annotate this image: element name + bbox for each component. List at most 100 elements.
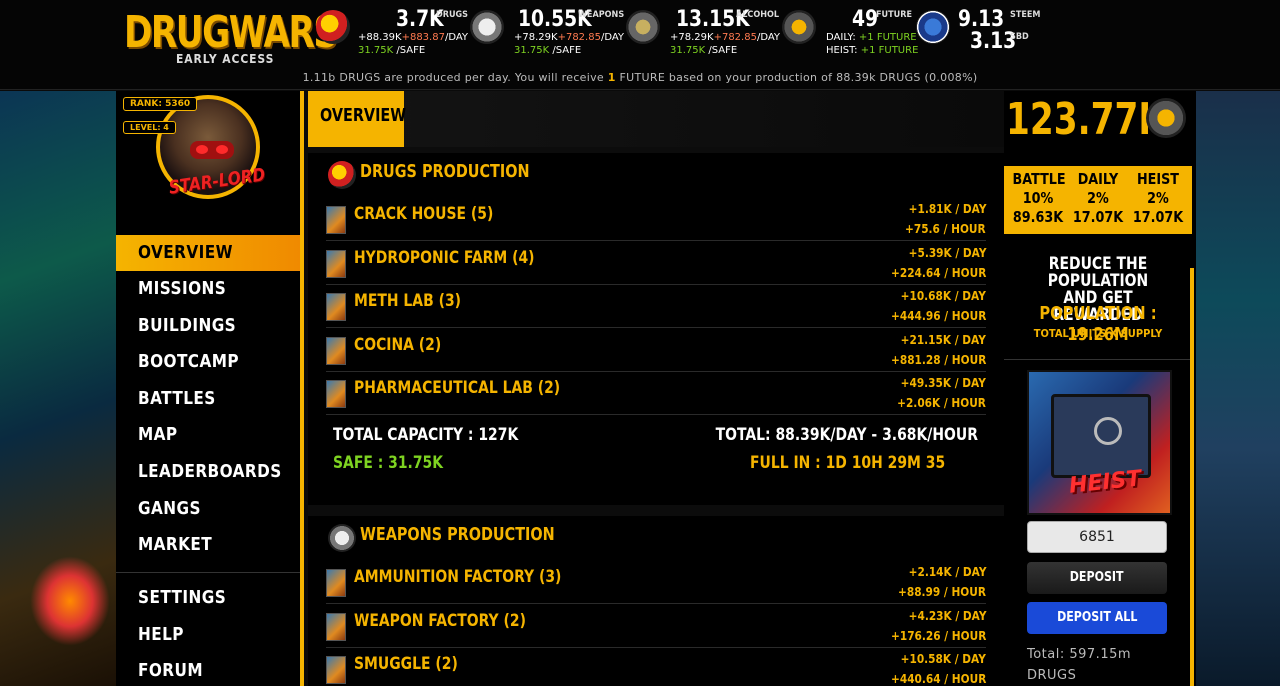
production-per-hour: +224.64 / HOUR [890,266,986,280]
sidebar-item-buildings[interactable]: BUILDINGS [116,308,300,344]
steem-label: STEEM [1010,10,1041,20]
total-capacity: TOTAL CAPACITY : 127K [333,425,519,445]
future-daily: DAILY: +1 FUTURE [826,32,917,43]
total-production: TOTAL: 88.39K/DAY - 3.68K/HOUR [715,425,978,445]
sidebar-item-gangs[interactable]: GANGS [116,491,300,527]
weapons-icon [328,524,356,552]
panel-divider [1004,359,1192,360]
right-panel: 123.77K BATTLE 10% 89.63K DAILY 2% 17.07… [1004,91,1196,686]
building-thumbnail [326,656,346,684]
drugs-icon [328,161,356,189]
production-per-hour: +75.6 / HOUR [905,222,986,236]
top-bar: DRUGWARS EARLY ACCESS 3.7K DRUGS +88.39K… [0,0,1280,90]
production-per-hour: +176.26 / HOUR [890,629,986,643]
production-per-day: +49.35K / DAY [900,376,986,390]
deposit-button[interactable]: DEPOSIT [1027,562,1167,594]
sidebar-item-missions[interactable]: MISSIONS [116,271,300,307]
eye-right-shape [216,145,228,154]
logo-subtitle: EARLY ACCESS [176,52,275,66]
right-panel-scrollbar[interactable] [1190,268,1194,686]
vault-dial-shape [1094,417,1122,445]
future-heist: HEIST: +1 FUTURE [826,45,919,56]
drugs-icon [316,10,350,44]
sidebar-item-overview[interactable]: OVERVIEW [116,235,300,271]
sidebar-item-help[interactable]: HELP [116,617,300,653]
tab-bar: OVERVIEW [308,91,1004,147]
sbd-label: SBD [1010,32,1029,42]
future-resource: 49 FUTURE DAILY: +1 FUTURE HEIST: +1 FUT… [782,6,918,62]
building-row[interactable]: WEAPON FACTORY (2) +4.23K / DAY +176.26 … [326,605,986,648]
weapons-safe: 31.75K /SAFE [514,45,582,56]
logo[interactable]: DRUGWARS EARLY ACCESS [124,8,338,67]
deposit-all-button[interactable]: DEPOSIT ALL [1027,602,1167,634]
building-row[interactable]: AMMUNITION FACTORY (3) +2.14K / DAY +88.… [326,561,986,604]
sidebar-item-settings[interactable]: SETTINGS [116,580,300,616]
sidebar: STAR-LORD RANK: 5360 LEVEL: 4 OVERVIEW M… [116,91,304,686]
alcohol-safe: 31.75K /SAFE [670,45,738,56]
safe-capacity: SAFE : 31.75K [333,453,444,473]
production-info: 1.11b DRUGS are produced per day. You wi… [302,71,978,84]
building-name: SMUGGLE (2) [354,654,458,674]
background-art-right [1196,91,1280,686]
production-per-day: +4.23K / DAY [908,609,986,623]
weapons-resource: 10.55K WEAPONS +78.29K+782.85/DAY 31.75K… [470,6,624,62]
section-title: DRUGS PRODUCTION [360,161,530,182]
building-name: COCINA (2) [354,335,442,355]
sidebar-item-forum[interactable]: FORUM [116,653,300,686]
alcohol-per-day: +78.29K+782.85/DAY [670,32,781,43]
production-per-hour: +444.96 / HOUR [890,309,986,323]
future-total: 123.77K [1006,94,1166,145]
future-icon [1146,98,1186,138]
level-badge: LEVEL: 4 [123,121,176,134]
background-art-left [0,91,116,686]
drugs-label: DRUGS [436,10,469,20]
heist-total: Total: 597.15m DRUGS [1027,647,1132,683]
building-row[interactable]: CRACK HOUSE (5) +1.81K / DAY +75.6 / HOU… [326,198,986,241]
production-per-hour: +440.64 / HOUR [890,672,986,686]
bonus-daily: DAILY 2% 17.07K [1072,170,1124,226]
building-row[interactable]: HYDROPONIC FARM (4) +5.39K / DAY +224.64… [326,242,986,285]
population-subtitle: TOTAL UNITS X SUPPLY [1033,327,1163,340]
future-label: FUTURE [876,10,912,20]
building-name: AMMUNITION FACTORY (3) [354,567,562,587]
sidebar-item-battles[interactable]: BATTLES [116,381,300,417]
sidebar-item-map[interactable]: MAP [116,417,300,453]
building-name: CRACK HOUSE (5) [354,204,494,224]
weapons-icon [470,10,504,44]
alcohol-resource: 13.15K ALCOHOL +78.29K+782.85/DAY 31.75K… [626,6,781,62]
logo-title: DRUGWARS [124,7,338,58]
building-name: WEAPON FACTORY (2) [354,611,526,631]
alcohol-label: ALCOHOL [736,10,780,20]
building-name: PHARMACEUTICAL LAB (2) [354,378,561,398]
steem-resource: 9.13 STEEM 3.13 SBD [916,6,1040,62]
building-row[interactable]: PHARMACEUTICAL LAB (2) +49.35K / DAY +2.… [326,372,986,415]
building-name: METH LAB (3) [354,291,462,311]
alcohol-icon [626,10,660,44]
sidebar-item-leaderboards[interactable]: LEADERBOARDS [116,454,300,490]
building-row[interactable]: SMUGGLE (2) +10.58K / DAY +440.64 / HOUR [326,648,986,686]
rank-badge: RANK: 5360 [123,97,198,111]
section-title: WEAPONS PRODUCTION [360,524,555,545]
drugs-per-day: +88.39K+883.87/DAY [358,32,469,43]
production-per-day: +5.39K / DAY [908,246,986,260]
tab-overview[interactable]: OVERVIEW [308,91,406,147]
heist-amount-input[interactable] [1027,521,1167,553]
sidebar-item-bootcamp[interactable]: BOOTCAMP [116,344,300,380]
weapons-per-day: +78.29K+782.85/DAY [514,32,625,43]
building-row[interactable]: METH LAB (3) +10.68K / DAY +444.96 / HOU… [326,285,986,328]
production-per-hour: +2.06K / HOUR [897,396,986,410]
vault-shape [1051,394,1151,478]
future-icon [782,10,816,44]
bonus-heist: HEIST 2% 17.07K [1132,170,1184,226]
sidebar-item-market[interactable]: MARKET [116,527,300,563]
production-per-day: +21.15K / DAY [900,333,986,347]
building-row[interactable]: COCINA (2) +21.15K / DAY +881.28 / HOUR [326,329,986,372]
main-content: OVERVIEW DRUGS PRODUCTION CRACK HOUSE (5… [308,91,1004,686]
production-per-day: +10.58K / DAY [900,652,986,666]
building-thumbnail [326,613,346,641]
production-per-day: +10.68K / DAY [900,289,986,303]
building-thumbnail [326,380,346,408]
production-per-day: +2.14K / DAY [908,565,986,579]
production-per-hour: +88.99 / HOUR [898,585,986,599]
bonus-battle: BATTLE 10% 89.63K [1012,170,1066,226]
